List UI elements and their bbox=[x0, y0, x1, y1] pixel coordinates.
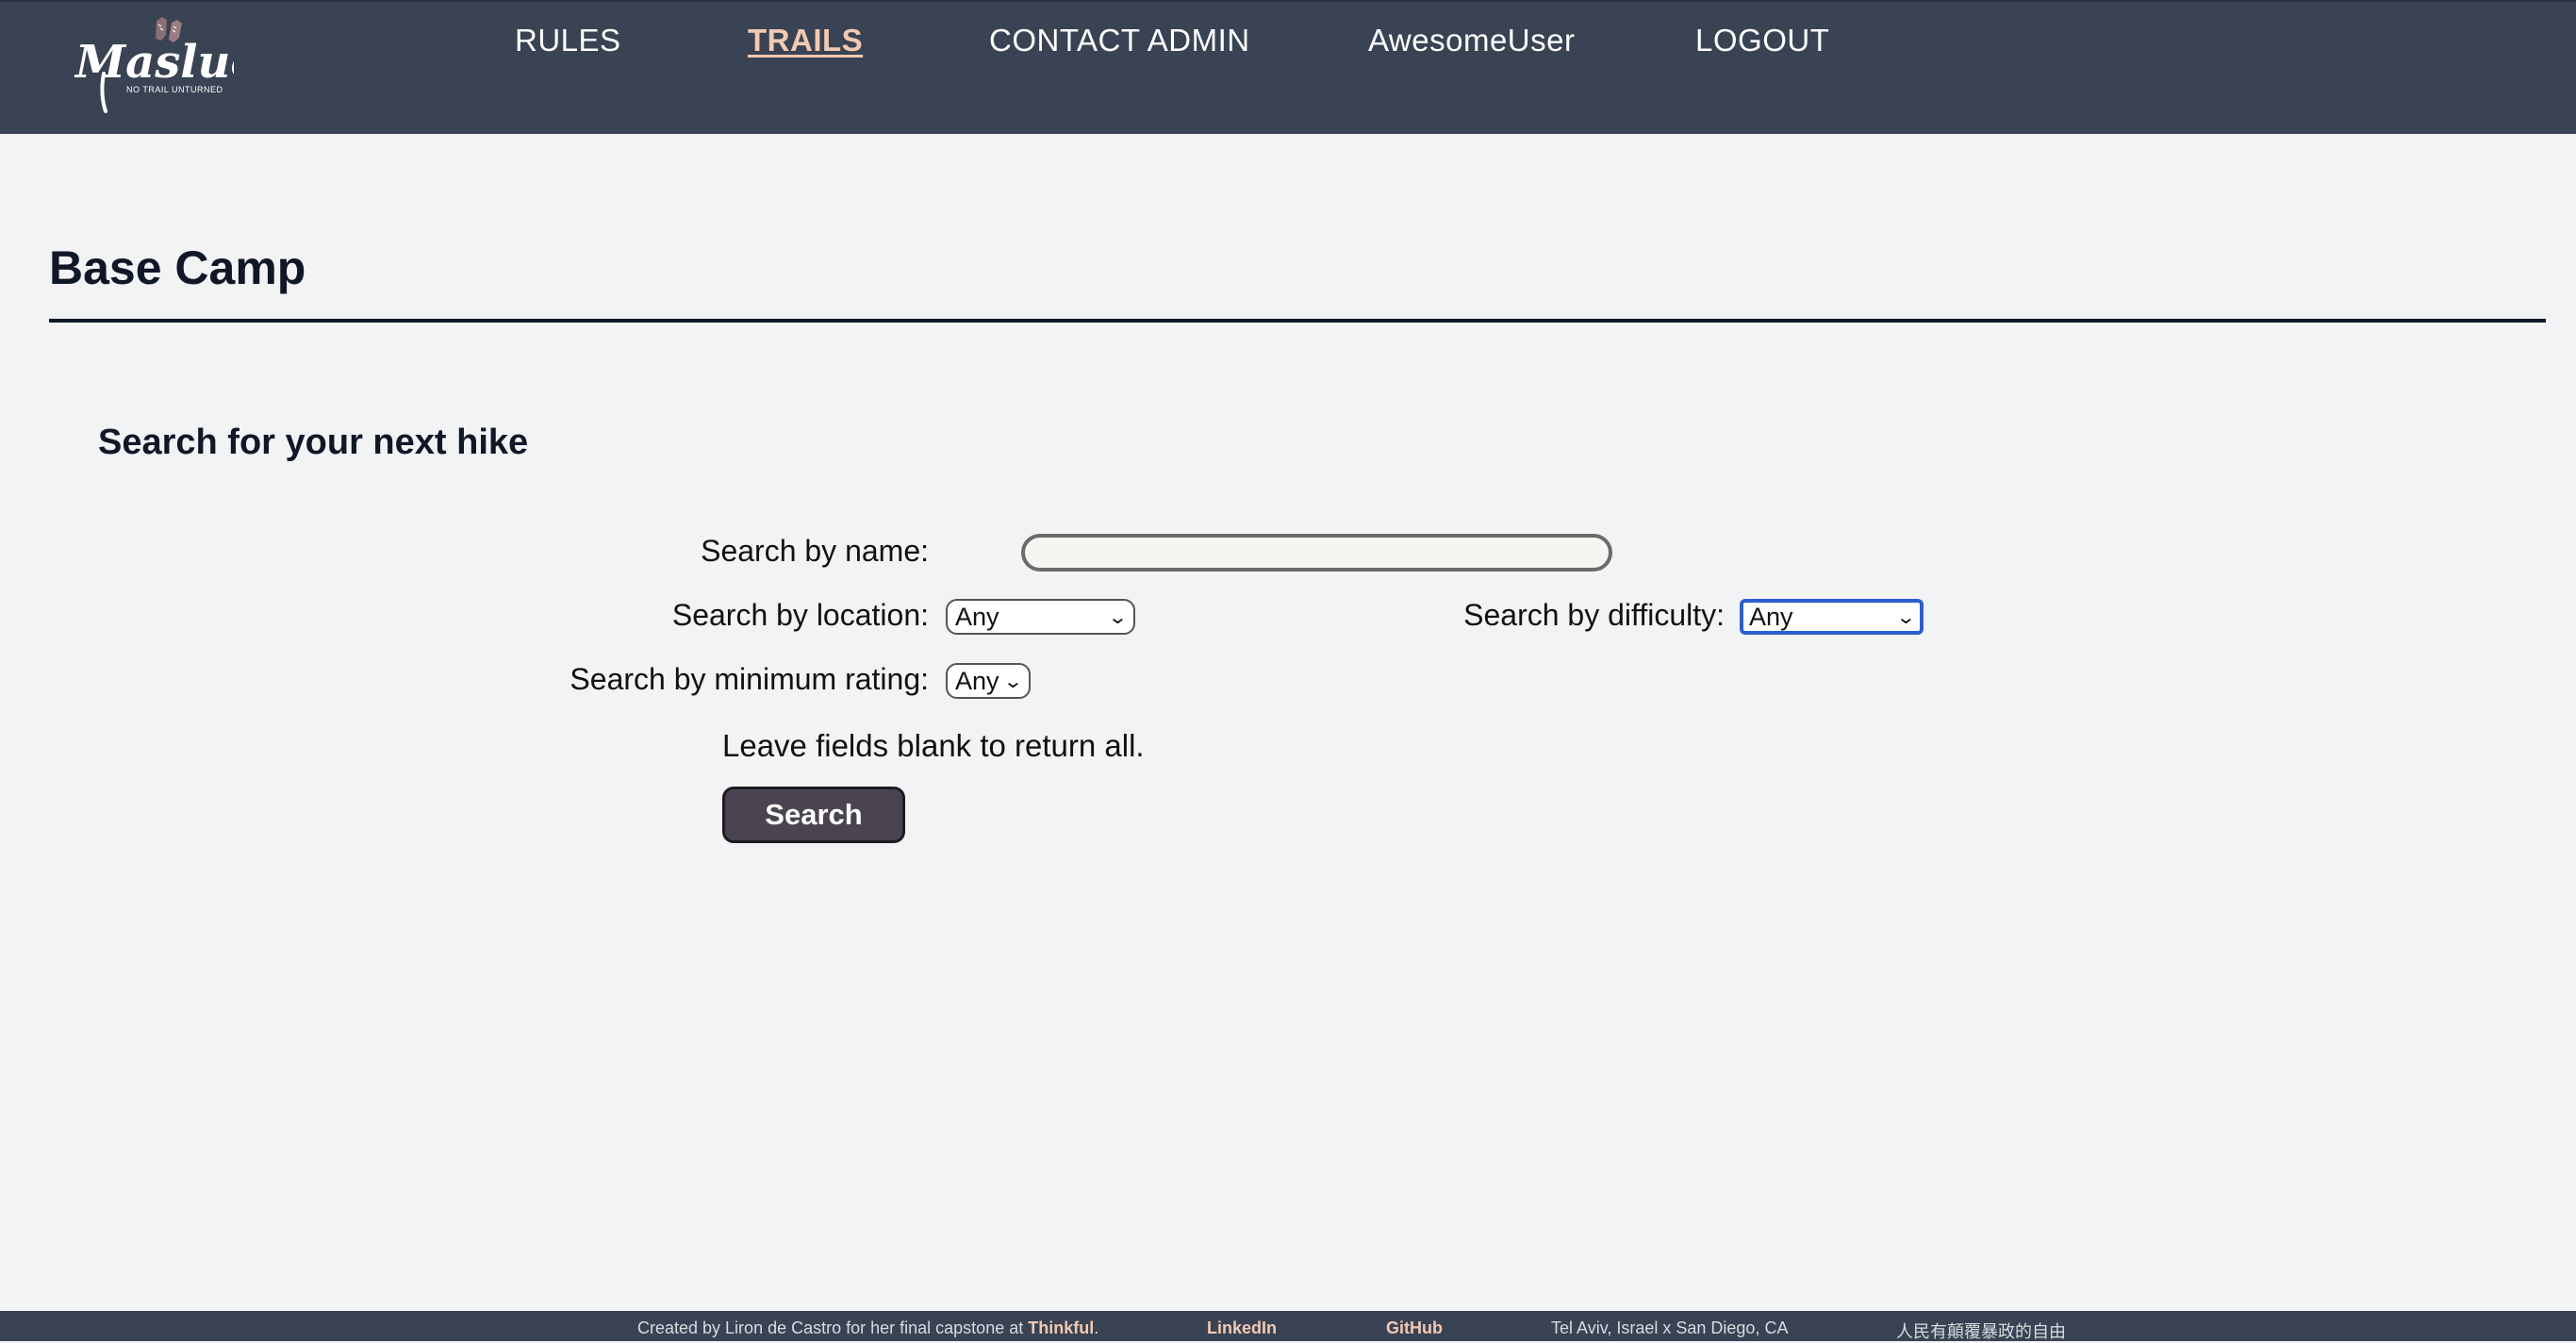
chevron-down-icon: ⌄ bbox=[1107, 606, 1129, 628]
nav-user-profile[interactable]: AwesomeUser bbox=[1368, 23, 1575, 58]
search-button[interactable]: Search bbox=[722, 787, 905, 843]
form-hint: Leave fields blank to return all. bbox=[722, 728, 1145, 763]
footer-credit: Created by Liron de Castro for her final… bbox=[637, 1318, 1098, 1338]
title-divider bbox=[49, 319, 2546, 323]
rating-select[interactable]: Any ⌄ bbox=[946, 663, 1031, 699]
nav-trails[interactable]: TRAILS bbox=[748, 23, 863, 58]
chevron-down-icon: ⌄ bbox=[1002, 671, 1024, 692]
nav-rules[interactable]: RULES bbox=[515, 23, 621, 58]
rating-label: Search by minimum rating: bbox=[570, 662, 929, 696]
location-select-value: Any bbox=[955, 602, 999, 631]
difficulty-label: Search by difficulty: bbox=[1463, 598, 1725, 632]
nav-logout[interactable]: LOGOUT bbox=[1695, 23, 1829, 58]
nav-contact-admin[interactable]: CONTACT ADMIN bbox=[989, 23, 1250, 58]
site-logo[interactable]: Masluol NO TRAIL UNTURNED bbox=[74, 15, 278, 121]
name-label: Search by name: bbox=[701, 534, 929, 568]
logo-tagline: NO TRAIL UNTURNED bbox=[126, 85, 223, 94]
thinkful-link[interactable]: Thinkful bbox=[1028, 1318, 1094, 1337]
logo-wordmark: Masluol bbox=[74, 36, 234, 89]
location-select[interactable]: Any ⌄ bbox=[946, 599, 1135, 635]
linkedin-link[interactable]: LinkedIn bbox=[1207, 1318, 1277, 1338]
name-search-input[interactable] bbox=[1021, 534, 1612, 572]
site-header: Masluol NO TRAIL UNTURNED RULES TRAILS C… bbox=[0, 0, 2576, 134]
rating-select-value: Any bbox=[955, 666, 999, 695]
section-title: Search for your next hike bbox=[98, 423, 529, 462]
footer-location: Tel Aviv, Israel x San Diego, CA bbox=[1551, 1318, 1789, 1337]
boots-logo-icon: Masluol NO TRAIL UNTURNED bbox=[74, 17, 278, 113]
github-link[interactable]: GitHub bbox=[1386, 1318, 1443, 1338]
footer-slogan: 人民有顛覆暴政的自由 bbox=[1896, 1322, 2066, 1341]
difficulty-select-value: Any bbox=[1749, 602, 1793, 631]
difficulty-select[interactable]: Any ⌄ bbox=[1740, 599, 1924, 635]
chevron-down-icon: ⌄ bbox=[1895, 606, 1917, 628]
site-footer: Created by Liron de Castro for her final… bbox=[0, 1311, 2576, 1341]
page-title: Base Camp bbox=[49, 241, 306, 294]
location-label: Search by location: bbox=[671, 598, 929, 632]
footer-credit-suffix: . bbox=[1094, 1318, 1099, 1337]
footer-credit-text: Created by Liron de Castro for her final… bbox=[637, 1318, 1029, 1337]
